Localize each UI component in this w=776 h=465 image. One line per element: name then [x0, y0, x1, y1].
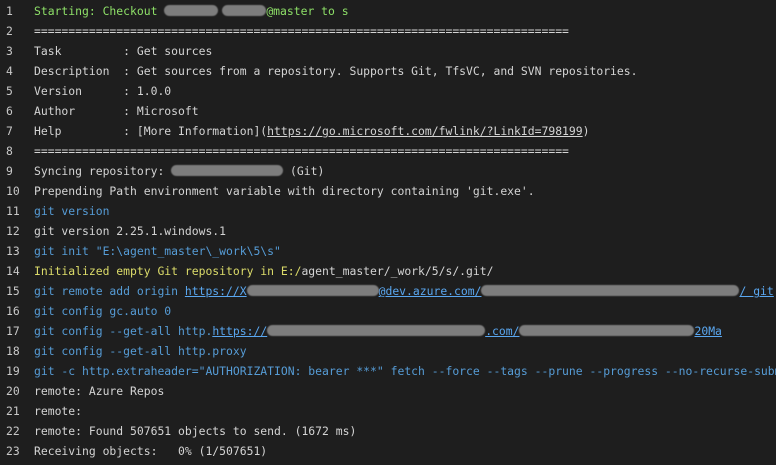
redacted-text [222, 5, 267, 16]
redacted-text [519, 325, 695, 336]
log-text: remote: Azure Repos [34, 384, 165, 398]
log-separator: ========================================… [34, 144, 569, 158]
log-line: 23 Receiving objects: 0% (1/507651) [0, 441, 776, 461]
log-text: Version : 1.0.0 [34, 84, 172, 98]
log-text: Receiving objects: 0% (1/507651) [34, 444, 268, 458]
line-number: 19 [6, 364, 20, 378]
line-number: 6 [6, 104, 13, 118]
line-number: 16 [6, 304, 20, 318]
log-line: 4 Description : Get sources from a repos… [0, 61, 776, 81]
log-text: Initialized empty Git repository in E:/a… [34, 264, 494, 278]
line-number: 23 [6, 444, 20, 458]
line-number: 10 [6, 184, 20, 198]
log-separator: ========================================… [34, 24, 569, 38]
log-line: 2 ======================================… [0, 21, 776, 41]
log-line: 13 git init "E:\agent_master\_work\5\s" [0, 241, 776, 261]
log-line: 18 git config --get-all http.proxy [0, 341, 776, 361]
line-number: 22 [6, 424, 20, 438]
line-number: 20 [6, 384, 20, 398]
log-command: git -c http.extraheader="AUTHORIZATION: … [34, 364, 776, 378]
line-number: 8 [6, 144, 13, 158]
line-number: 2 [6, 24, 13, 38]
log-line: 22 remote: Found 507651 objects to send.… [0, 421, 776, 441]
log-command: git version [34, 204, 110, 218]
log-text: remote: Found 507651 objects to send. (1… [34, 424, 357, 438]
log-line: 3 Task : Get sources [0, 41, 776, 61]
redacted-text [246, 285, 379, 296]
log-text: Description : Get sources from a reposit… [34, 64, 638, 78]
log-line: 14 Initialized empty Git repository in E… [0, 261, 776, 281]
log-line: 10 Prepending Path environment variable … [0, 181, 776, 201]
log-text: Syncing repository: (Git) [34, 164, 325, 178]
log-line: 17 git config --get-all http.https://.co… [0, 321, 776, 341]
redacted-text [481, 285, 740, 296]
line-number: 11 [6, 204, 20, 218]
log-line: 6 Author : Microsoft [0, 101, 776, 121]
log-command: git remote add origin https://X @dev.azur… [34, 284, 774, 298]
log-line: 7 Help : [More Information](https://go.m… [0, 121, 776, 141]
log-line: 16 git config gc.auto 0 [0, 301, 776, 321]
redacted-text [171, 165, 284, 176]
line-number: 13 [6, 244, 20, 258]
log-command: git init "E:\agent_master\_work\5\s" [34, 244, 281, 258]
line-number: 15 [6, 284, 20, 298]
line-number: 4 [6, 64, 13, 78]
log-command: git config --get-all http.proxy [34, 344, 247, 358]
log-line: 5 Version : 1.0.0 [0, 81, 776, 101]
log-line: 12 git version 2.25.1.windows.1 [0, 221, 776, 241]
remote-url-link[interactable]: https://X @dev.azure.com// git [185, 284, 774, 298]
log-command: git config gc.auto 0 [34, 304, 172, 318]
log-line: 21 remote: [0, 401, 776, 421]
log-text: remote: [34, 404, 83, 418]
line-number: 21 [6, 404, 20, 418]
log-line: 8 ======================================… [0, 141, 776, 161]
log-text: Help : [More Information](https://go.mic… [34, 124, 590, 138]
line-number: 7 [6, 124, 13, 138]
line-number: 18 [6, 344, 20, 358]
line-number: 17 [6, 324, 20, 338]
log-text: Author : Microsoft [34, 104, 199, 118]
line-number: 14 [6, 264, 20, 278]
build-log: 1 Starting: Checkout @master to s 2 ====… [0, 0, 776, 465]
redacted-text [267, 325, 486, 336]
log-line: 1 Starting: Checkout @master to s [0, 1, 776, 21]
log-text: git version 2.25.1.windows.1 [34, 224, 227, 238]
log-line: 11 git version [0, 201, 776, 221]
log-text: Starting: Checkout @master to s [34, 4, 349, 18]
log-text: Task : Get sources [34, 44, 213, 58]
line-number: 3 [6, 44, 13, 58]
log-text: Prepending Path environment variable wit… [34, 184, 535, 198]
log-line: 20 remote: Azure Repos [0, 381, 776, 401]
log-line: 15 git remote add origin https://X @dev.a… [0, 281, 776, 301]
log-line: 9 Syncing repository: (Git) [0, 161, 776, 181]
line-number: 9 [6, 164, 13, 178]
redacted-text [164, 5, 219, 16]
line-number: 12 [6, 224, 20, 238]
config-url-link[interactable]: https://.com/20Ma [212, 324, 722, 338]
line-number: 5 [6, 84, 13, 98]
help-link[interactable]: https://go.microsoft.com/fwlink/?LinkId=… [267, 124, 582, 138]
log-command: git config --get-all http.https://.com/2… [34, 324, 722, 338]
line-number: 1 [6, 4, 13, 18]
log-line: 19 git -c http.extraheader="AUTHORIZATIO… [0, 361, 776, 381]
